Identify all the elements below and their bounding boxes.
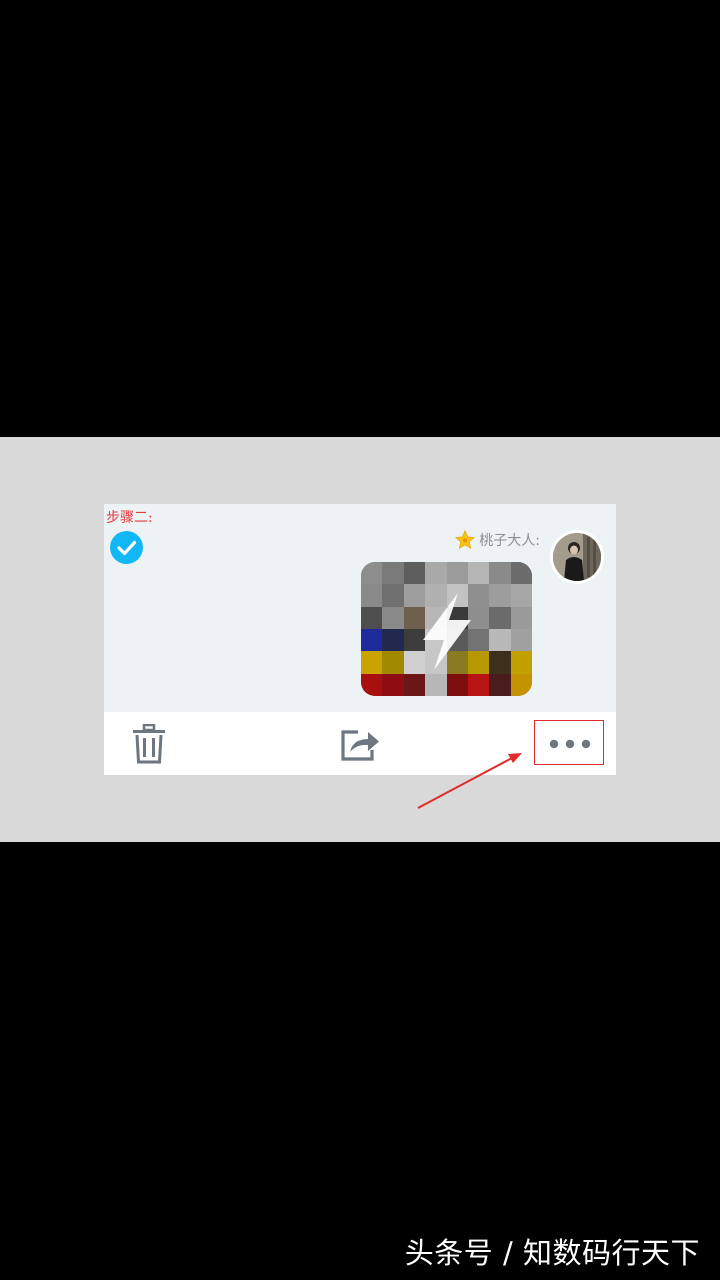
checkmark-icon: [117, 540, 137, 556]
chat-area: 步骤二: 桃子大人:: [104, 504, 616, 712]
share-icon: [341, 729, 379, 761]
star-badge-icon: [455, 529, 476, 550]
sender-name: 桃子大人:: [479, 533, 540, 549]
forward-button[interactable]: [325, 712, 395, 775]
trash-icon: [133, 723, 165, 763]
watermark-text: 头条号 / 知数码行天下: [404, 1236, 700, 1270]
action-toolbar: [104, 712, 616, 775]
more-button-highlight: [534, 720, 604, 765]
avatar-photo: [553, 533, 601, 581]
avatar[interactable]: [550, 530, 604, 584]
sender-info: 桃子大人:: [454, 529, 540, 551]
delete-button[interactable]: [114, 712, 184, 775]
chat-card: 步骤二: 桃子大人:: [104, 504, 616, 775]
lightning-icon: [423, 593, 471, 670]
select-checkbox[interactable]: [110, 531, 143, 564]
image-message[interactable]: [361, 562, 532, 696]
step-label: 步骤二:: [106, 510, 153, 526]
